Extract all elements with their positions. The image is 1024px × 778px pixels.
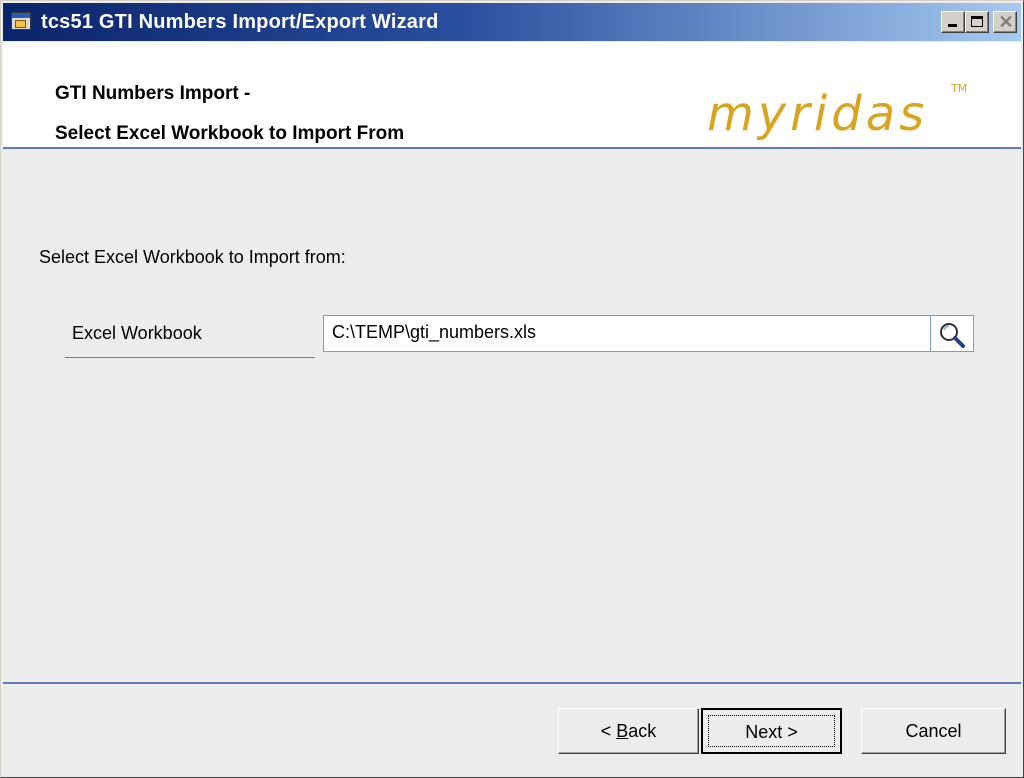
wizard-header: GTI Numbers Import - Select Excel Workbo…: [3, 42, 1021, 149]
header-title-line2: Select Excel Workbook to Import From: [55, 123, 405, 144]
next-button[interactable]: Next >: [701, 708, 842, 754]
header-title-line1: GTI Numbers Import -: [55, 83, 251, 104]
cancel-button[interactable]: Cancel: [861, 708, 1006, 754]
footer-divider: [3, 682, 1021, 684]
excel-workbook-label: Excel Workbook: [72, 323, 202, 343]
close-button[interactable]: ✕: [993, 11, 1017, 33]
minimize-icon: [948, 24, 957, 27]
window-title: tcs51 GTI Numbers Import/Export Wizard: [41, 11, 439, 33]
close-icon: ✕: [998, 12, 1014, 32]
field-label-underline: [65, 357, 315, 358]
minimize-button[interactable]: [941, 11, 965, 33]
title-bar[interactable]: tcs51 GTI Numbers Import/Export Wizard ✕: [3, 3, 1021, 41]
back-button-rest: ack: [628, 721, 657, 741]
magnifier-icon: [940, 323, 965, 348]
back-button[interactable]: < Back: [558, 708, 699, 754]
trademark-mark: TM: [951, 82, 968, 95]
myridas-logo: myridas: [707, 86, 929, 142]
maximize-icon: [971, 16, 983, 27]
app-icon: [11, 12, 31, 30]
back-button-prefix: <: [600, 721, 617, 741]
browse-button[interactable]: [931, 315, 974, 352]
excel-workbook-path-input[interactable]: C:\TEMP\gti_numbers.xls: [323, 315, 931, 352]
maximize-button[interactable]: [965, 11, 989, 33]
wizard-window: tcs51 GTI Numbers Import/Export Wizard ✕…: [0, 0, 1024, 778]
intro-label: Select Excel Workbook to Import from:: [39, 247, 346, 267]
next-button-label: Next >: [708, 715, 835, 747]
back-button-mnemonic: B: [616, 721, 629, 741]
